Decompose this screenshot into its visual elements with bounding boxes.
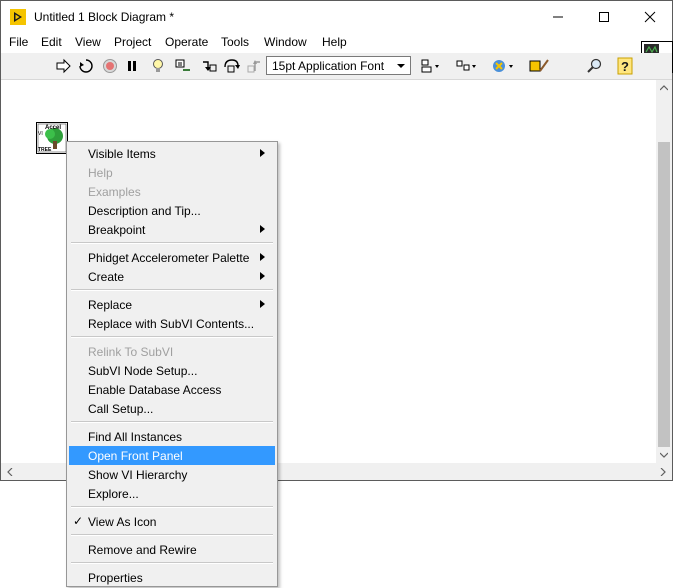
scrollbar-corner bbox=[656, 463, 672, 480]
step-into-button[interactable] bbox=[200, 57, 218, 75]
menu-separator bbox=[71, 506, 273, 508]
retain-wire-values-icon bbox=[175, 59, 190, 71]
subvi-label-left: VI bbox=[38, 131, 43, 137]
menu-tools[interactable]: Tools bbox=[221, 35, 249, 49]
scroll-down-icon[interactable] bbox=[660, 452, 668, 458]
clean-up-diagram-button[interactable] bbox=[528, 57, 550, 75]
menu-view[interactable]: View bbox=[75, 35, 101, 49]
search-icon bbox=[587, 58, 602, 73]
retain-wire-values-button[interactable] bbox=[174, 57, 192, 75]
menu-item-replace-with-subvi-contents[interactable]: Replace with SubVI Contents... bbox=[69, 314, 275, 333]
abort-button[interactable] bbox=[101, 57, 119, 75]
labview-app-icon bbox=[10, 9, 26, 25]
submenu-arrow-icon bbox=[260, 253, 265, 261]
svg-text:?: ? bbox=[621, 59, 629, 74]
menu-item-view-as-icon[interactable]: ✓ View As Icon bbox=[69, 512, 275, 531]
menu-edit[interactable]: Edit bbox=[41, 35, 62, 49]
menu-item-replace[interactable]: Replace bbox=[69, 295, 275, 314]
pause-icon bbox=[128, 61, 136, 71]
vertical-scroll-thumb[interactable] bbox=[658, 142, 670, 447]
subvi-label-top: Accel bbox=[45, 125, 61, 131]
font-selector-dropdown[interactable]: 15pt Application Font bbox=[266, 56, 411, 75]
menu-item-relink-to-subvi: Relink To SubVI bbox=[88, 345, 174, 359]
maximize-icon bbox=[599, 12, 609, 22]
menu-separator bbox=[71, 289, 273, 291]
search-button[interactable] bbox=[586, 57, 604, 75]
submenu-arrow-icon bbox=[260, 300, 265, 308]
menu-item-show-vi-hierarchy[interactable]: Show VI Hierarchy bbox=[69, 465, 275, 484]
menu-item-find-all-instances[interactable]: Find All Instances bbox=[69, 427, 275, 446]
highlight-execution-button[interactable] bbox=[149, 57, 167, 75]
lightbulb-icon bbox=[153, 59, 163, 72]
context-menu: Visible Items Help Examples Description … bbox=[66, 141, 278, 587]
menu-item-properties[interactable]: Properties bbox=[69, 568, 275, 587]
menu-item-examples: Examples bbox=[88, 185, 141, 199]
chevron-down-icon bbox=[397, 64, 405, 68]
distribute-objects-icon bbox=[456, 60, 476, 71]
step-out-button[interactable] bbox=[245, 57, 263, 75]
step-over-icon bbox=[224, 59, 240, 73]
menu-window[interactable]: Window bbox=[264, 35, 307, 49]
scroll-left-icon[interactable] bbox=[7, 468, 13, 476]
checkmark-icon: ✓ bbox=[73, 514, 84, 528]
minimize-button[interactable] bbox=[534, 1, 580, 32]
run-arrow-icon bbox=[56, 58, 71, 74]
maximize-button[interactable] bbox=[580, 1, 626, 32]
context-help-button[interactable]: ? bbox=[616, 57, 634, 75]
run-button[interactable] bbox=[54, 57, 72, 75]
menu-separator bbox=[71, 242, 273, 244]
run-continuously-button[interactable] bbox=[77, 57, 95, 75]
menu-item-create[interactable]: Create bbox=[69, 267, 275, 286]
abort-stop-icon bbox=[103, 59, 117, 73]
step-into-icon bbox=[203, 61, 217, 72]
menu-item-description-and-tip[interactable]: Description and Tip... bbox=[69, 201, 275, 220]
minimize-icon bbox=[553, 16, 563, 18]
menu-item-call-setup[interactable]: Call Setup... bbox=[69, 399, 275, 418]
scroll-up-icon[interactable] bbox=[660, 85, 668, 91]
submenu-arrow-icon bbox=[260, 225, 265, 233]
close-button[interactable] bbox=[626, 1, 672, 32]
menu-separator bbox=[71, 534, 273, 536]
menu-item-breakpoint[interactable]: Breakpoint bbox=[69, 220, 275, 239]
window-title: Untitled 1 Block Diagram * bbox=[34, 10, 175, 24]
submenu-arrow-icon bbox=[260, 272, 265, 280]
reorder-button[interactable] bbox=[491, 57, 517, 75]
clean-up-diagram-icon bbox=[529, 59, 549, 72]
menu-separator bbox=[71, 421, 273, 423]
reorder-icon bbox=[493, 60, 513, 72]
menu-separator bbox=[71, 336, 273, 338]
menu-item-phidget-accelerometer-palette[interactable]: Phidget Accelerometer Palette bbox=[69, 248, 275, 267]
menu-item-enable-database-access[interactable]: Enable Database Access bbox=[69, 380, 275, 399]
menu-item-remove-and-rewire[interactable]: Remove and Rewire bbox=[69, 540, 275, 559]
pause-button[interactable] bbox=[123, 57, 141, 75]
menu-project[interactable]: Project bbox=[114, 35, 151, 49]
menu-item-subvi-node-setup[interactable]: SubVI Node Setup... bbox=[69, 361, 275, 380]
align-objects-button[interactable] bbox=[420, 57, 442, 75]
close-icon bbox=[644, 11, 656, 23]
menu-item-open-front-panel[interactable]: Open Front Panel bbox=[69, 446, 275, 465]
font-selector-value: 15pt Application Font bbox=[272, 59, 385, 73]
menu-item-explore[interactable]: Explore... bbox=[69, 484, 275, 503]
menu-file[interactable]: File bbox=[9, 35, 28, 49]
menu-help[interactable]: Help bbox=[322, 35, 347, 49]
accelerometer-subvi-node[interactable]: Accel VI TREE bbox=[36, 122, 68, 154]
scroll-right-icon[interactable] bbox=[660, 468, 666, 476]
help-question-icon: ? bbox=[617, 57, 633, 75]
menu-operate[interactable]: Operate bbox=[165, 35, 208, 49]
toolbar: 15pt Application Font ? bbox=[1, 53, 672, 80]
distribute-objects-button[interactable] bbox=[455, 57, 479, 75]
menu-separator bbox=[71, 562, 273, 564]
title-bar: Untitled 1 Block Diagram * bbox=[1, 1, 672, 32]
menu-bar: File Edit View Project Operate Tools Win… bbox=[1, 32, 672, 52]
vertical-scrollbar[interactable] bbox=[656, 80, 672, 463]
menu-item-help: Help bbox=[88, 166, 113, 180]
subvi-label-bottom: TREE bbox=[38, 147, 52, 153]
run-continuously-icon bbox=[79, 59, 93, 73]
step-over-button[interactable] bbox=[223, 57, 241, 75]
step-out-icon bbox=[247, 60, 260, 73]
align-objects-icon bbox=[421, 59, 439, 73]
submenu-arrow-icon bbox=[260, 149, 265, 157]
menu-item-visible-items[interactable]: Visible Items bbox=[69, 144, 275, 163]
